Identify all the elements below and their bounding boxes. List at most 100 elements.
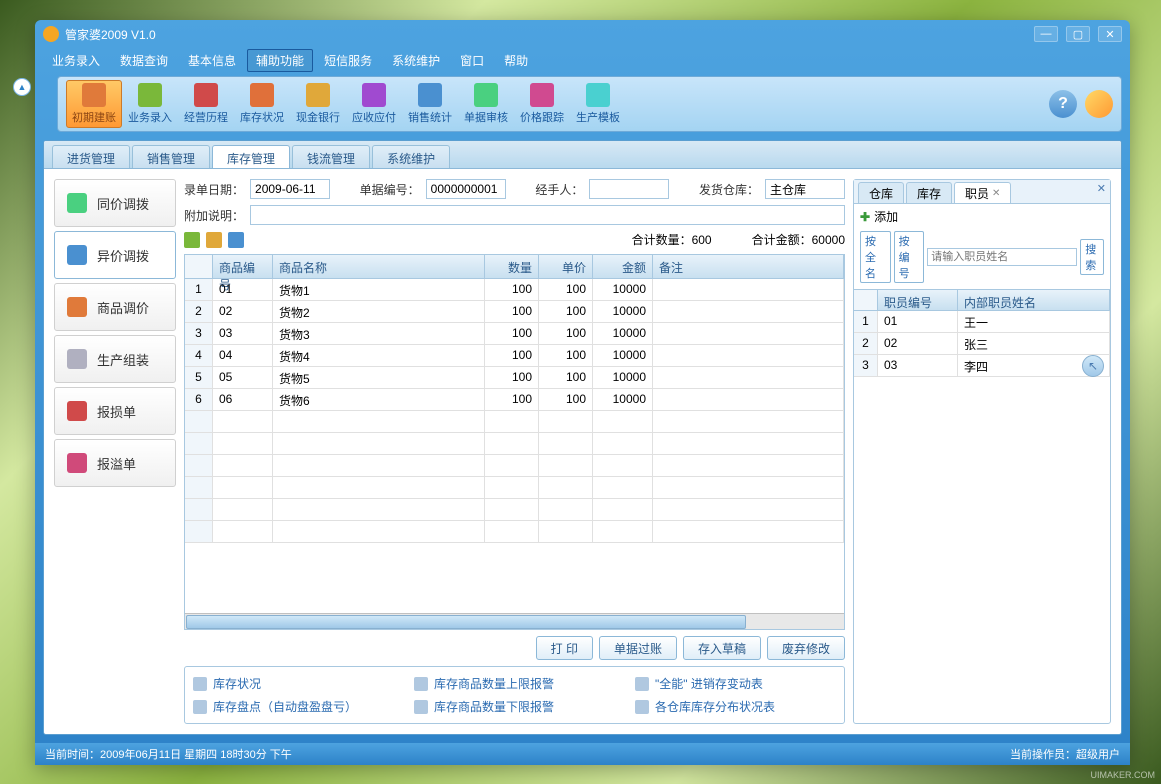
link-full-change[interactable]: "全能" 进销存变动表: [635, 675, 836, 692]
panel-tab-employee[interactable]: 职员✕: [954, 182, 1011, 203]
status-time: 当前时间：2009年06月11日 星期四 18时30分 下午: [45, 746, 292, 762]
add-button[interactable]: 添加: [874, 208, 898, 225]
search-button[interactable]: 搜索: [1080, 239, 1104, 275]
tool-sales-stats[interactable]: 销售统计: [402, 80, 458, 128]
tool-doc-audit[interactable]: 单据审核: [458, 80, 514, 128]
list-item[interactable]: 202张三: [854, 333, 1110, 355]
tool-cash-bank[interactable]: 现金银行: [290, 80, 346, 128]
link-inventory-status[interactable]: 库存状况: [193, 675, 394, 692]
help-icon[interactable]: ?: [1049, 90, 1077, 118]
panel-close-icon[interactable]: ✕: [1097, 182, 1106, 195]
col-price[interactable]: 单价: [539, 255, 593, 278]
emp-col-name[interactable]: 内部职员姓名: [958, 290, 1110, 310]
billno-input[interactable]: [426, 179, 506, 199]
handler-input[interactable]: [589, 179, 669, 199]
tab-inventory[interactable]: 库存管理: [212, 145, 290, 168]
warehouse-input[interactable]: [765, 179, 845, 199]
tool-price-track[interactable]: 价格跟踪: [514, 80, 570, 128]
wrench-icon: [67, 349, 87, 369]
list-item[interactable]: 303李四: [854, 355, 1110, 377]
tab-sysmaint[interactable]: 系统维护: [372, 145, 450, 168]
mini-tool3-icon[interactable]: [228, 232, 244, 248]
main-tabs: 进货管理 销售管理 库存管理 钱流管理 系统维护: [44, 141, 1121, 169]
note-input[interactable]: [250, 205, 845, 225]
employee-search-input[interactable]: [927, 248, 1077, 266]
link-upper-alarm[interactable]: 库存商品数量上限报警: [414, 675, 615, 692]
post-button[interactable]: 单据过账: [599, 636, 677, 660]
mini-tool1-icon[interactable]: [184, 232, 200, 248]
tab-purchase[interactable]: 进货管理: [52, 145, 130, 168]
tab-cashflow[interactable]: 钱流管理: [292, 145, 370, 168]
date-input[interactable]: [250, 179, 330, 199]
print-button[interactable]: 打 印: [536, 636, 593, 660]
sidebar-price-adjust[interactable]: 商品调价: [54, 283, 176, 331]
table-row[interactable]: 202货物210010010000: [185, 301, 844, 323]
col-code[interactable]: 商品编号: [213, 255, 273, 278]
content-area: 进货管理 销售管理 库存管理 钱流管理 系统维护 同价调拨 异价调拨 商品调价 …: [43, 140, 1122, 735]
link-lower-alarm[interactable]: 库存商品数量下限报警: [414, 698, 615, 715]
table-row[interactable]: [185, 433, 844, 455]
tool-receivable-payable[interactable]: 应收应付: [346, 80, 402, 128]
table-row[interactable]: 505货物510010010000: [185, 367, 844, 389]
emp-col-code[interactable]: 职员编号: [878, 290, 958, 310]
titlebar: 管家婆2009 V1.0 — ▢ ✕: [35, 20, 1130, 48]
table-row[interactable]: [185, 411, 844, 433]
menu-business-entry[interactable]: 业务录入: [43, 49, 109, 72]
menu-help[interactable]: 帮助: [495, 49, 537, 72]
table-row[interactable]: [185, 477, 844, 499]
chart-icon: [418, 83, 442, 107]
table-row[interactable]: 101货物110010010000: [185, 279, 844, 301]
discard-button[interactable]: 废弃修改: [767, 636, 845, 660]
app-icon: [43, 26, 59, 42]
price-icon: [67, 297, 87, 317]
h-scrollbar[interactable]: [185, 613, 844, 629]
scroll-up-icon[interactable]: ↖: [1082, 355, 1104, 377]
menu-basic-info[interactable]: 基本信息: [179, 49, 245, 72]
col-name[interactable]: 商品名称: [273, 255, 485, 278]
tool-business-entry[interactable]: 业务录入: [122, 80, 178, 128]
brand-icon[interactable]: [1085, 90, 1113, 118]
menu-window[interactable]: 窗口: [451, 49, 493, 72]
filter-fullname-button[interactable]: 按全名: [860, 231, 891, 283]
sidebar-diff-price-transfer[interactable]: 异价调拨: [54, 231, 176, 279]
menu-aux-functions[interactable]: 辅助功能: [247, 49, 313, 72]
table-row[interactable]: [185, 521, 844, 543]
link-stocktake[interactable]: 库存盘点（自动盘盈盘亏）: [193, 698, 394, 715]
col-note[interactable]: 备注: [653, 255, 844, 278]
mini-tool2-icon[interactable]: [206, 232, 222, 248]
list-item[interactable]: 101王一: [854, 311, 1110, 333]
maximize-button[interactable]: ▢: [1066, 26, 1090, 42]
sidebar-loss-report[interactable]: 报损单: [54, 387, 176, 435]
collapse-ribbon-button[interactable]: ▲: [13, 78, 31, 96]
sidebar-overflow-report[interactable]: 报溢单: [54, 439, 176, 487]
col-qty[interactable]: 数量: [485, 255, 539, 278]
table-row[interactable]: [185, 499, 844, 521]
draft-button[interactable]: 存入草稿: [683, 636, 761, 660]
link-warehouse-dist[interactable]: 各仓库库存分布状况表: [635, 698, 836, 715]
table-row[interactable]: 404货物410010010000: [185, 345, 844, 367]
table-row[interactable]: 606货物610010010000: [185, 389, 844, 411]
col-amount[interactable]: 金额: [593, 255, 653, 278]
panel-tab-stock[interactable]: 库存: [906, 182, 952, 203]
panel-tab-warehouse[interactable]: 仓库: [858, 182, 904, 203]
warehouse-label: 发货仓库：: [699, 181, 759, 198]
menu-data-query[interactable]: 数据查询: [111, 49, 177, 72]
tab-close-icon[interactable]: ✕: [992, 188, 1000, 199]
menu-sms[interactable]: 短信服务: [315, 49, 381, 72]
menu-sys-maint[interactable]: 系统维护: [383, 49, 449, 72]
tab-sales[interactable]: 销售管理: [132, 145, 210, 168]
link-icon: [193, 677, 207, 691]
pen-icon: [138, 83, 162, 107]
minimize-button[interactable]: —: [1034, 26, 1058, 42]
sidebar-same-price-transfer[interactable]: 同价调拨: [54, 179, 176, 227]
sidebar-production[interactable]: 生产组装: [54, 335, 176, 383]
tool-initial-account[interactable]: 初期建账: [66, 80, 122, 128]
table-row[interactable]: 303货物310010010000: [185, 323, 844, 345]
table-row[interactable]: [185, 455, 844, 477]
house-icon: [250, 83, 274, 107]
close-button[interactable]: ✕: [1098, 26, 1122, 42]
tool-business-history[interactable]: 经营历程: [178, 80, 234, 128]
tool-inventory-status[interactable]: 库存状况: [234, 80, 290, 128]
filter-code-button[interactable]: 按编号: [894, 231, 925, 283]
tool-production-template[interactable]: 生产模板: [570, 80, 626, 128]
